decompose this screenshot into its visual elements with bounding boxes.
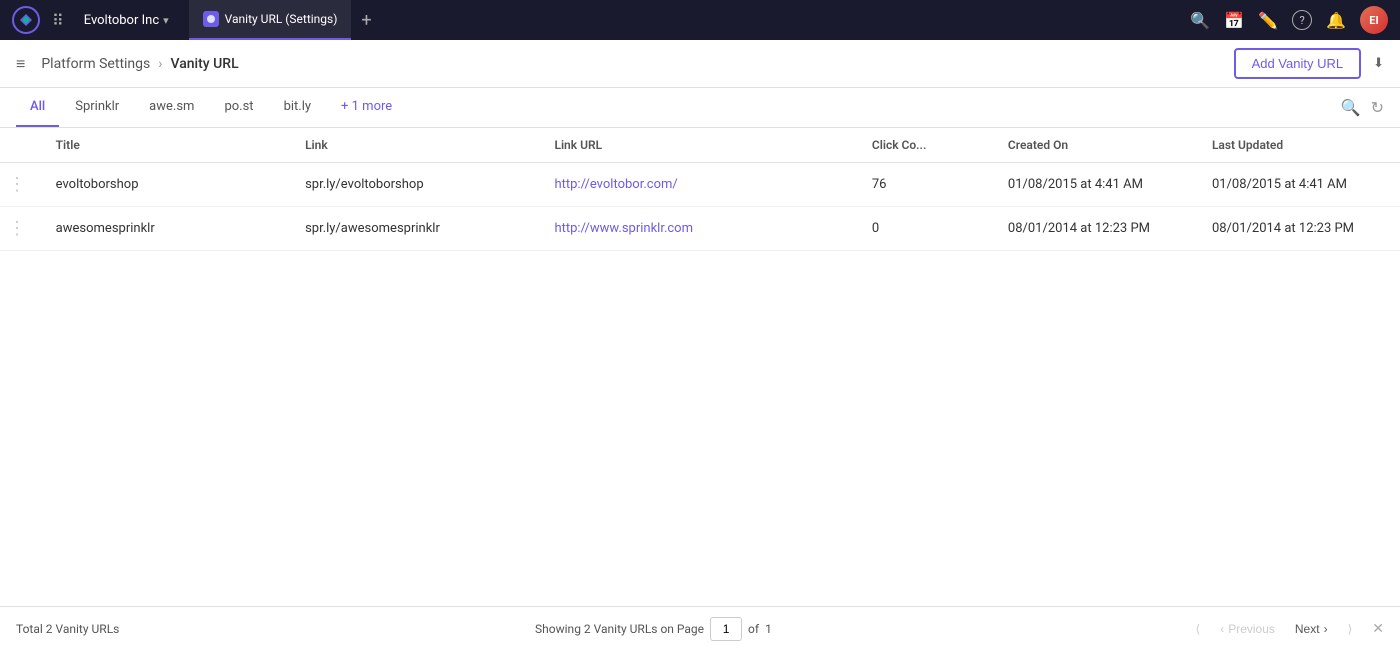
download-icon[interactable]: ⬇	[1373, 56, 1384, 71]
footer-last-button[interactable]: ⟩	[1340, 618, 1361, 640]
app-name-label: Evoltobor Inc	[84, 13, 159, 28]
grid-icon[interactable]: ⠿	[52, 11, 64, 30]
col-header-lastUpdated: Last Updated	[1196, 128, 1400, 163]
footer-prev-label: Previous	[1228, 622, 1275, 636]
col-header-menu	[0, 128, 40, 163]
edit-nav-icon[interactable]: ✏️	[1258, 11, 1278, 30]
nav-right-icons: 🔍 📅 ✏️ ? 🔔 EI	[1190, 6, 1388, 34]
footer-page-info: Showing 2 Vanity URLs on Page of 1	[535, 617, 772, 641]
logo-icon	[12, 6, 40, 34]
table-container: TitleLinkLink URLClick Co...Created OnLa…	[0, 128, 1400, 606]
filter-bar-icons: 🔍 ↻	[1341, 98, 1384, 117]
col-header-clickCount: Click Co...	[856, 128, 992, 163]
row-link-0: spr.ly/evoltoborshop	[289, 163, 538, 207]
app-name-button[interactable]: Evoltobor Inc ▾	[76, 9, 177, 32]
row-click-count-0: 76	[856, 163, 992, 207]
add-vanity-url-button[interactable]: Add Vanity URL	[1234, 48, 1362, 79]
nav-tab-vanity-url[interactable]: Vanity URL (Settings)	[189, 0, 352, 40]
col-header-title: Title	[40, 128, 289, 163]
row-menu-1[interactable]: ⋮	[0, 207, 40, 251]
vanity-url-table: TitleLinkLink URLClick Co...Created OnLa…	[0, 128, 1400, 251]
top-nav: ⠿ Evoltobor Inc ▾ Vanity URL (Settings) …	[0, 0, 1400, 40]
filter-bar: AllSprinklrawe.smpo.stbit.ly+ 1 more 🔍 ↻	[0, 88, 1400, 128]
table-header: TitleLinkLink URLClick Co...Created OnLa…	[0, 128, 1400, 163]
secondary-header: ≡ Platform Settings › Vanity URL Add Van…	[0, 40, 1400, 88]
filter-tabs: AllSprinklrawe.smpo.stbit.ly+ 1 more	[16, 88, 406, 127]
footer-pagination: ⟨ ‹ Previous Next › ⟩ ✕	[1188, 618, 1384, 640]
search-nav-icon[interactable]: 🔍	[1190, 11, 1210, 30]
hamburger-icon[interactable]: ≡	[16, 54, 25, 74]
user-avatar[interactable]: EI	[1360, 6, 1388, 34]
row-last-updated-1: 08/01/2014 at 12:23 PM	[1196, 207, 1400, 251]
row-menu-icon[interactable]: ⋮	[8, 218, 27, 239]
filter-tab-awe.sm[interactable]: awe.sm	[135, 88, 208, 127]
footer-total: Total 2 Vanity URLs	[16, 622, 119, 636]
footer: Total 2 Vanity URLs Showing 2 Vanity URL…	[0, 606, 1400, 650]
footer-total-pages: 1	[765, 622, 772, 636]
breadcrumb-separator: ›	[158, 56, 162, 72]
footer-page-input[interactable]	[710, 617, 742, 641]
table-row: ⋮ awesomesprinklrspr.ly/awesomesprinklrht…	[0, 207, 1400, 251]
footer-next-label: Next	[1295, 622, 1320, 636]
footer-first-button[interactable]: ⟨	[1188, 618, 1209, 640]
row-menu-0[interactable]: ⋮	[0, 163, 40, 207]
filter-tab-sprinklr[interactable]: Sprinklr	[61, 88, 133, 127]
calendar-nav-icon[interactable]: 📅	[1224, 11, 1244, 30]
row-last-updated-0: 01/08/2015 at 4:41 AM	[1196, 163, 1400, 207]
breadcrumb-current: Vanity URL	[170, 56, 238, 72]
filter-tab-all[interactable]: All	[16, 88, 59, 127]
filter-refresh-icon[interactable]: ↻	[1371, 98, 1384, 117]
footer-showing-label: Showing 2 Vanity URLs on Page	[535, 622, 704, 636]
add-tab-button[interactable]: +	[351, 0, 381, 40]
row-created-on-1: 08/01/2014 at 12:23 PM	[992, 207, 1196, 251]
table-body: ⋮ evoltoborshopspr.ly/evoltoborshophttp:/…	[0, 163, 1400, 251]
help-nav-icon[interactable]: ?	[1292, 10, 1312, 30]
filter-search-icon[interactable]: 🔍	[1341, 98, 1361, 117]
row-link-url-1[interactable]: http://www.sprinklr.com	[538, 207, 855, 251]
footer-prev-icon: ‹	[1220, 622, 1224, 636]
footer-next-icon: ›	[1324, 622, 1328, 636]
filter-tab-+-1-more[interactable]: + 1 more	[327, 88, 406, 127]
col-header-link: Link	[289, 128, 538, 163]
row-menu-icon[interactable]: ⋮	[8, 174, 27, 195]
breadcrumb: Platform Settings › Vanity URL	[41, 56, 238, 72]
col-header-linkUrl: Link URL	[538, 128, 855, 163]
footer-next-button[interactable]: Next ›	[1287, 618, 1336, 640]
table-row: ⋮ evoltoborshopspr.ly/evoltoborshophttp:/…	[0, 163, 1400, 207]
footer-close-icon[interactable]: ✕	[1372, 621, 1384, 637]
row-title-0: evoltoborshop	[40, 163, 289, 207]
bell-nav-icon[interactable]: 🔔	[1326, 11, 1346, 30]
row-link-1: spr.ly/awesomesprinklr	[289, 207, 538, 251]
row-link-url-0[interactable]: http://evoltobor.com/	[538, 163, 855, 207]
filter-tab-po.st[interactable]: po.st	[210, 88, 267, 127]
col-header-createdOn: Created On	[992, 128, 1196, 163]
filter-tab-bit.ly[interactable]: bit.ly	[270, 88, 325, 127]
tab-vanity-icon	[203, 11, 219, 27]
row-click-count-1: 0	[856, 207, 992, 251]
app-name-chevron: ▾	[163, 14, 169, 27]
nav-tab-label: Vanity URL (Settings)	[225, 12, 338, 26]
breadcrumb-parent[interactable]: Platform Settings	[41, 56, 150, 72]
nav-tabs: Vanity URL (Settings) +	[189, 0, 1183, 40]
footer-prev-button[interactable]: ‹ Previous	[1212, 618, 1283, 640]
row-title-1: awesomesprinklr	[40, 207, 289, 251]
footer-of-label: of	[748, 622, 759, 636]
row-created-on-0: 01/08/2015 at 4:41 AM	[992, 163, 1196, 207]
